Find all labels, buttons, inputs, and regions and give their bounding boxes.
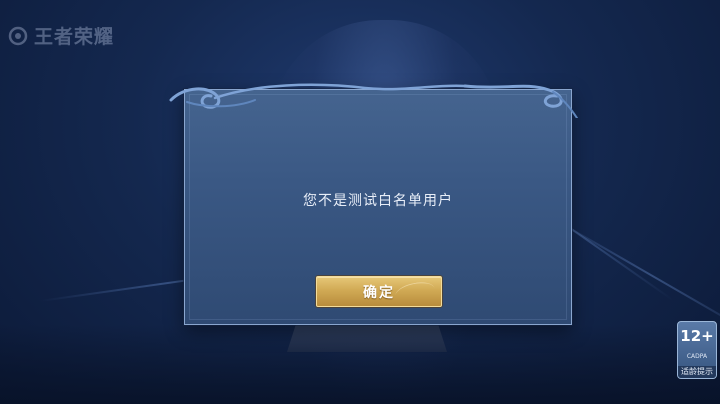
game-logo-icon xyxy=(8,26,28,45)
app-screen: 王者荣耀 您不是测试白名单用户 确定 12+ CADPA 适龄提示 xyxy=(0,0,720,404)
alert-dialog: 您不是测试白名单用户 确定 xyxy=(169,83,578,325)
button-decoration xyxy=(393,279,437,306)
age-rating-org: CADPA xyxy=(686,353,708,360)
age-rating-badge: 12+ CADPA 适龄提示 xyxy=(677,321,717,379)
age-rating-caption: 适龄提示 xyxy=(678,366,716,378)
confirm-button-label: 确定 xyxy=(363,284,395,301)
game-logo: 王者荣耀 xyxy=(8,22,114,49)
dialog-message: 您不是测试白名单用户 xyxy=(303,193,453,209)
cloud-ornament-icon xyxy=(169,83,578,118)
background-pillar xyxy=(287,322,447,352)
logo-text: 王者荣耀 xyxy=(34,26,115,48)
age-rating-value: 12+ xyxy=(680,327,714,345)
confirm-button[interactable]: 确定 xyxy=(316,276,442,307)
